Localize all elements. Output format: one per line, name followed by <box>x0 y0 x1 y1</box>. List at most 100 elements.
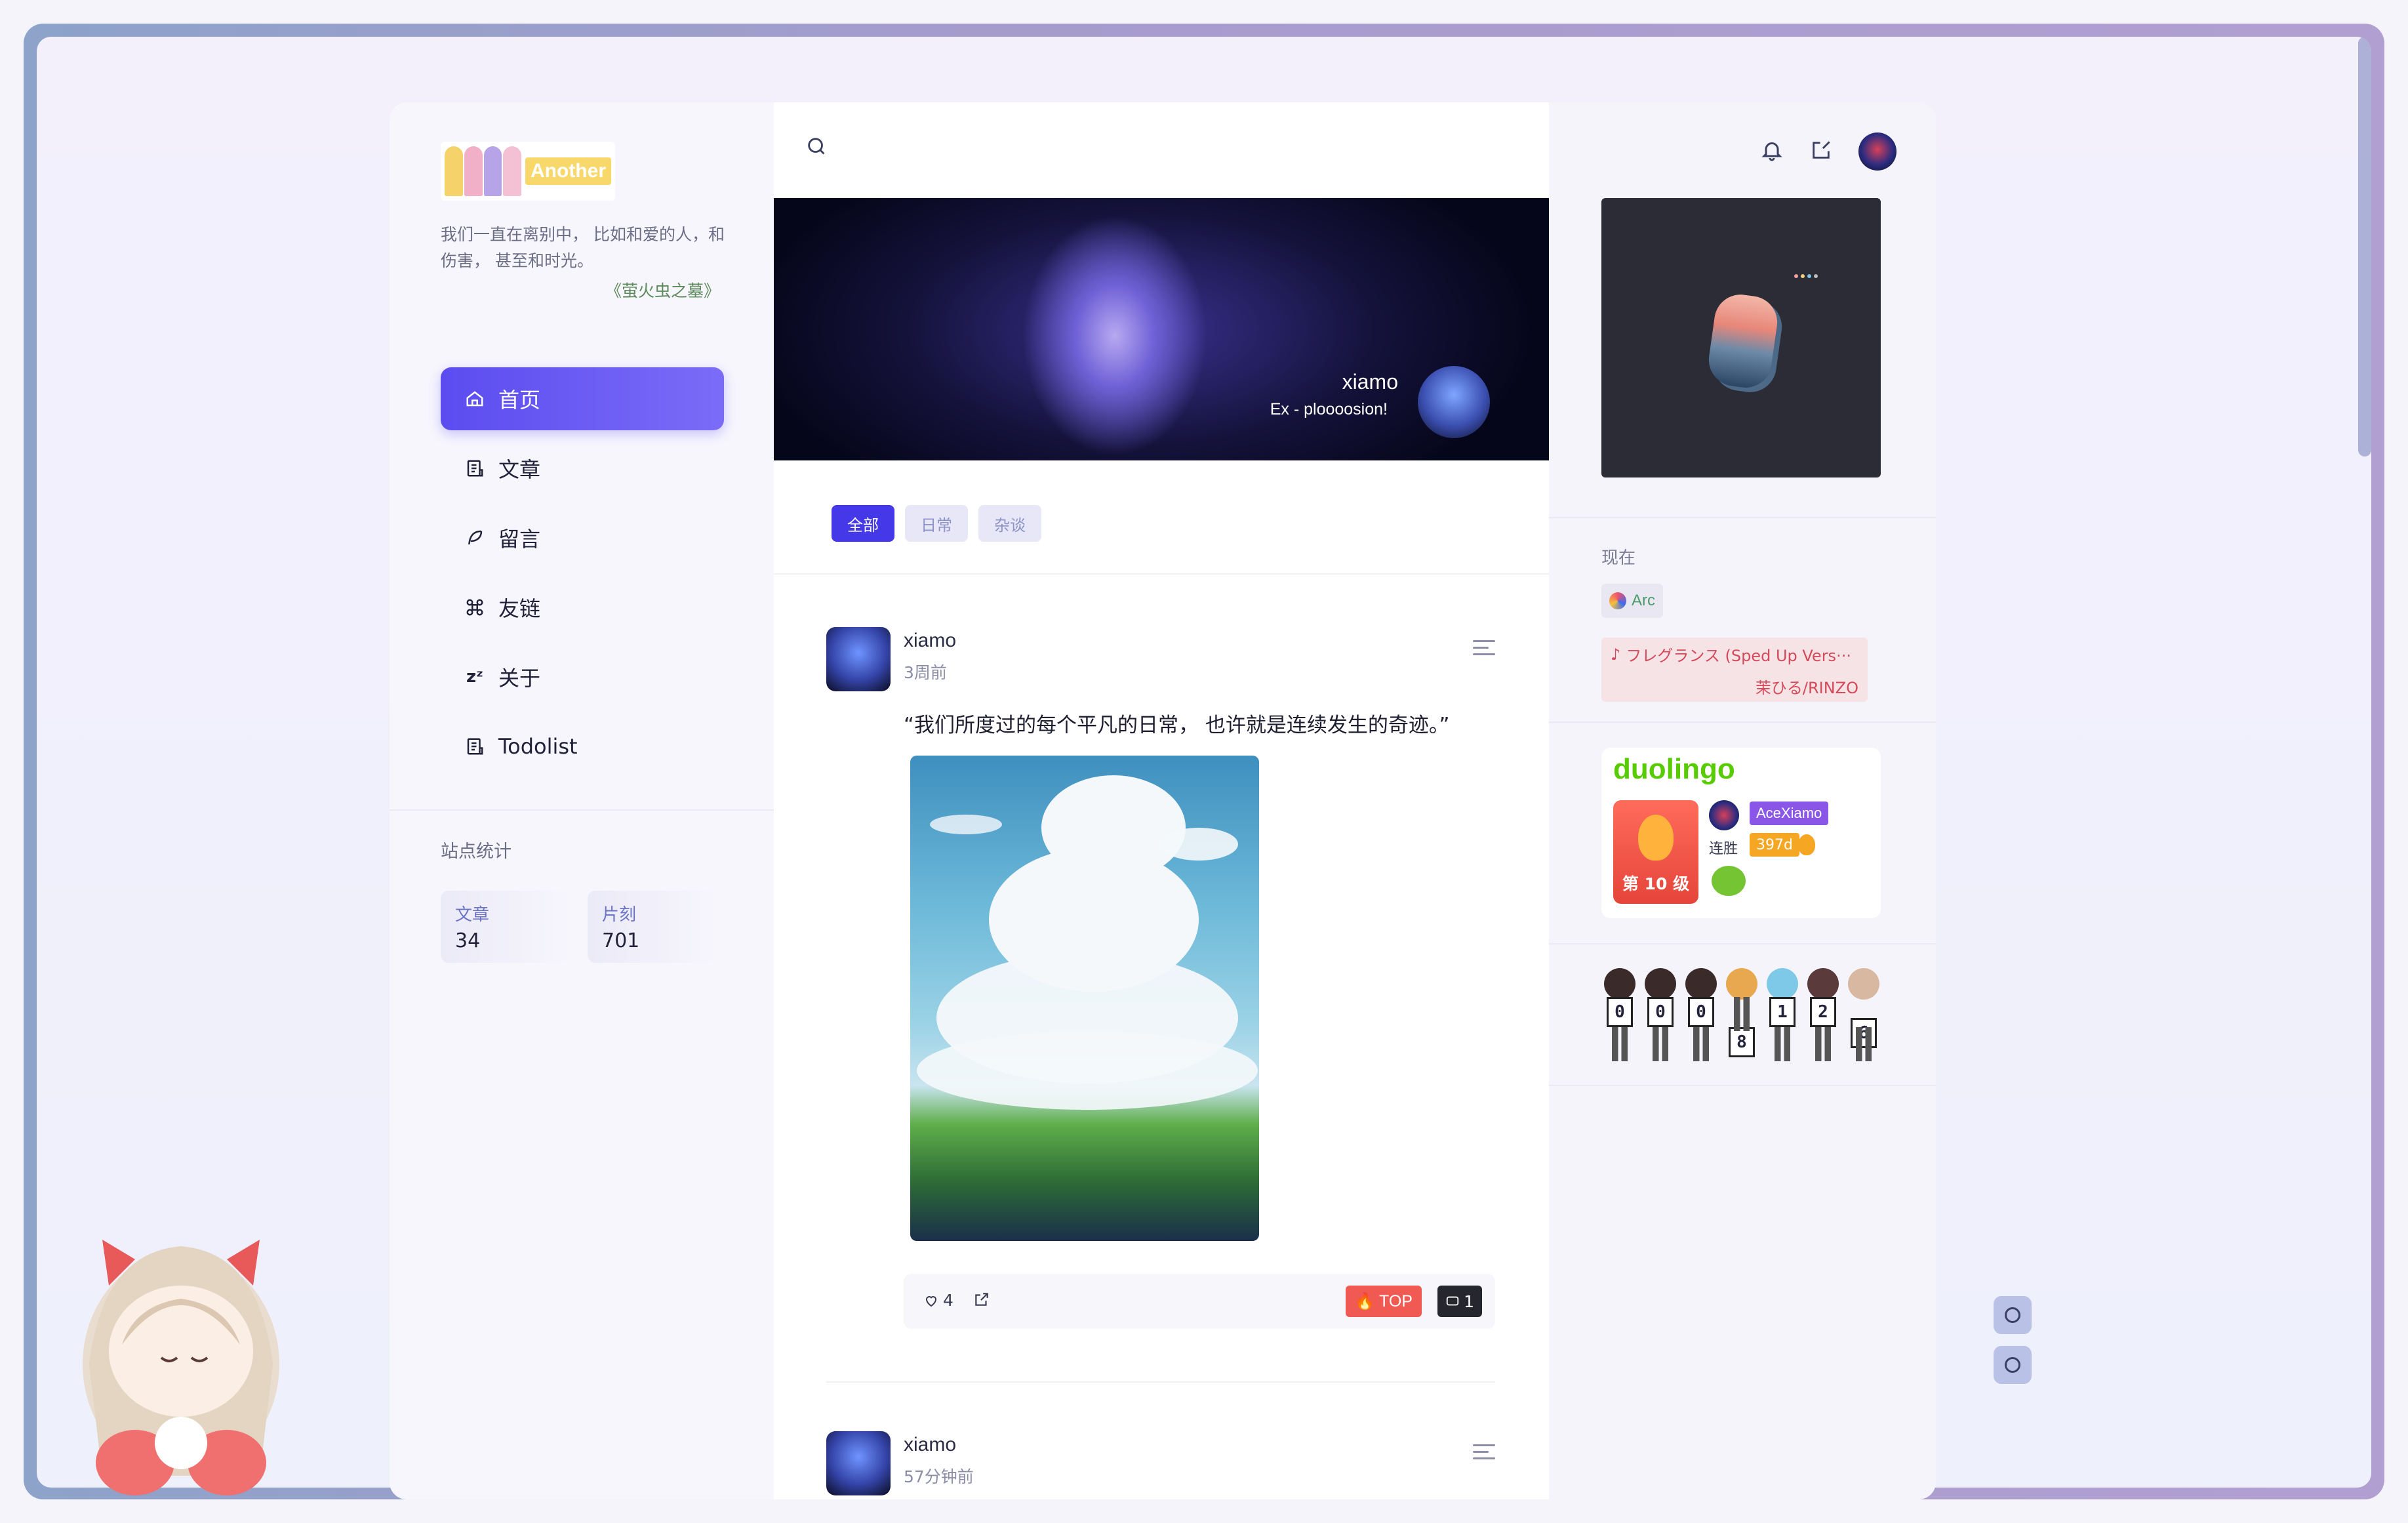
duolingo-card[interactable]: duolingo 第 10 级 AceXiamo 连胜 397d <box>1601 748 1881 918</box>
post-card: xiamo 3周前 “我们所度过的每个平凡的日常， 也许就是连续发生的奇迹。” … <box>826 627 1495 1335</box>
post-image[interactable] <box>910 756 1259 1241</box>
divider <box>826 1381 1495 1383</box>
duo-owl-icon <box>1712 866 1746 896</box>
app-name: Arc <box>1632 592 1655 609</box>
fire-icon <box>1798 834 1815 855</box>
streak-label: 连胜 <box>1709 841 1738 857</box>
like-button[interactable]: 4 <box>923 1291 953 1310</box>
feed-column: xiamo Ex - ploooosion! 全部 日常 杂谈 xiamo 3周… <box>774 102 1549 1499</box>
divider <box>1549 721 1936 723</box>
feather-icon <box>464 527 485 548</box>
site-quote: 我们一直在离别中， 比如和爱的人，和伤害， 甚至和时光。 <box>441 225 725 270</box>
stat-value: 701 <box>602 929 640 952</box>
banner-subtitle: Ex - ploooosion! <box>1270 400 1388 418</box>
top-label: TOP <box>1379 1291 1413 1310</box>
nav-label: 关于 <box>498 666 541 691</box>
menu-icon[interactable] <box>1473 1444 1495 1464</box>
logo-characters <box>445 146 521 196</box>
nav-item-home[interactable]: 首页 <box>441 367 724 430</box>
search-icon[interactable] <box>805 135 828 160</box>
comment-icon <box>1446 1296 1459 1306</box>
comment-count: 1 <box>1464 1291 1474 1311</box>
site-logo[interactable]: Another <box>441 142 615 201</box>
post-text: “我们所度过的每个平凡的日常， 也许就是连续发生的奇迹。” <box>904 714 1450 737</box>
counter-digit: 0 <box>1601 968 1638 1061</box>
nav-item-about[interactable]: zᶻ 关于 <box>441 645 724 708</box>
main-nav: 首页 文章 留言 友链 zᶻ 关于 Todolist <box>441 367 724 784</box>
avatar[interactable] <box>1418 366 1490 438</box>
counter-digit: 0 <box>1683 968 1719 1061</box>
window-dots <box>1794 274 1818 278</box>
top-badge: 🔥 TOP <box>1345 1286 1422 1317</box>
nav-item-friends[interactable]: 友链 <box>441 576 724 639</box>
edit-icon[interactable] <box>1810 139 1832 164</box>
compass-icon <box>2005 1357 2020 1373</box>
filter-daily[interactable]: 日常 <box>905 505 968 542</box>
post-author[interactable]: xiamo <box>904 1434 956 1456</box>
post-card: xiamo 57分钟前 <box>826 1431 1495 1499</box>
nav-label: Todolist <box>498 734 578 759</box>
left-sidebar: Another 我们一直在离别中， 比如和爱的人，和伤害， 甚至和时光。 《萤火… <box>390 102 774 1499</box>
share-icon[interactable] <box>973 1291 990 1310</box>
page-scrollbar[interactable] <box>2358 37 2371 457</box>
command-icon <box>464 597 485 618</box>
music-note-icon: ♪ <box>1611 645 1621 664</box>
top-actions <box>1760 132 1896 171</box>
category-filters: 全部 日常 杂谈 <box>832 505 1041 542</box>
divider <box>774 573 1549 575</box>
stat-articles[interactable]: 文章 34 <box>441 891 572 963</box>
flame-icon <box>1638 815 1674 861</box>
clock-icon <box>2005 1307 2020 1323</box>
avatar[interactable] <box>826 1431 891 1495</box>
filter-all[interactable]: 全部 <box>832 505 894 542</box>
music-player-card[interactable] <box>1601 198 1881 477</box>
arc-icon <box>1609 592 1626 609</box>
stat-label: 文章 <box>455 905 490 925</box>
right-sidebar: 现在 Arc ♪ フレグランス (Sped Up Vers··· 茉ひる/RIN… <box>1549 102 1936 1499</box>
divider <box>1549 943 1936 944</box>
mascot-character <box>83 1240 279 1495</box>
document-icon <box>464 736 485 757</box>
divider <box>390 809 774 811</box>
quote-source: 《萤火虫之墓》 <box>605 281 720 300</box>
stat-moments[interactable]: 片刻 701 <box>588 891 719 963</box>
counter-digit: 8 <box>1723 968 1760 1061</box>
now-playing[interactable]: ♪ フレグランス (Sped Up Vers··· 茉ひる/RINZO <box>1601 638 1868 702</box>
main-card: Another 我们一直在离别中， 比如和爱的人，和伤害， 甚至和时光。 《萤火… <box>390 102 1936 1499</box>
nav-label: 文章 <box>498 457 541 482</box>
fire-icon: 🔥 <box>1354 1291 1376 1310</box>
streak-value: 397d <box>1750 833 1799 857</box>
filter-misc[interactable]: 杂谈 <box>978 505 1041 542</box>
nav-item-guestbook[interactable]: 留言 <box>441 506 724 569</box>
album-art <box>1705 291 1781 391</box>
visit-counter: 0 0 0 8 1 2 6 <box>1601 968 1882 1061</box>
post-time: 3周前 <box>904 663 947 682</box>
counter-digit: 0 <box>1642 968 1679 1061</box>
divider <box>1549 517 1936 518</box>
music-artist: 茉ひる/RINZO <box>1755 679 1858 697</box>
music-title: フレグランス (Sped Up Vers··· <box>1626 647 1851 665</box>
sleep-icon: zᶻ <box>466 667 483 687</box>
counter-digit: 2 <box>1805 968 1841 1061</box>
comment-button[interactable]: 1 <box>1437 1286 1482 1317</box>
divider <box>1549 1085 1936 1086</box>
counter-digit: 6 <box>1845 968 1882 1061</box>
menu-icon[interactable] <box>1473 640 1495 660</box>
stat-value: 34 <box>455 929 481 952</box>
avatar <box>1709 800 1739 830</box>
avatar[interactable] <box>1858 132 1896 171</box>
home-icon <box>464 388 485 409</box>
avatar[interactable] <box>826 627 891 691</box>
bell-icon[interactable] <box>1760 138 1784 165</box>
theme-toggle-button[interactable] <box>1994 1296 2032 1334</box>
nav-item-todolist[interactable]: Todolist <box>441 715 724 778</box>
profile-banner: xiamo Ex - ploooosion! <box>774 198 1549 460</box>
banner-name: xiamo <box>1342 370 1398 394</box>
document-icon <box>464 458 485 479</box>
post-author[interactable]: xiamo <box>904 630 956 652</box>
level-text: 第 10 级 <box>1622 874 1690 893</box>
nav-item-articles[interactable]: 文章 <box>441 437 724 500</box>
scroll-top-button[interactable] <box>1994 1346 2032 1384</box>
duolingo-logo: duolingo <box>1613 753 1735 785</box>
now-label: 现在 <box>1601 548 1636 568</box>
